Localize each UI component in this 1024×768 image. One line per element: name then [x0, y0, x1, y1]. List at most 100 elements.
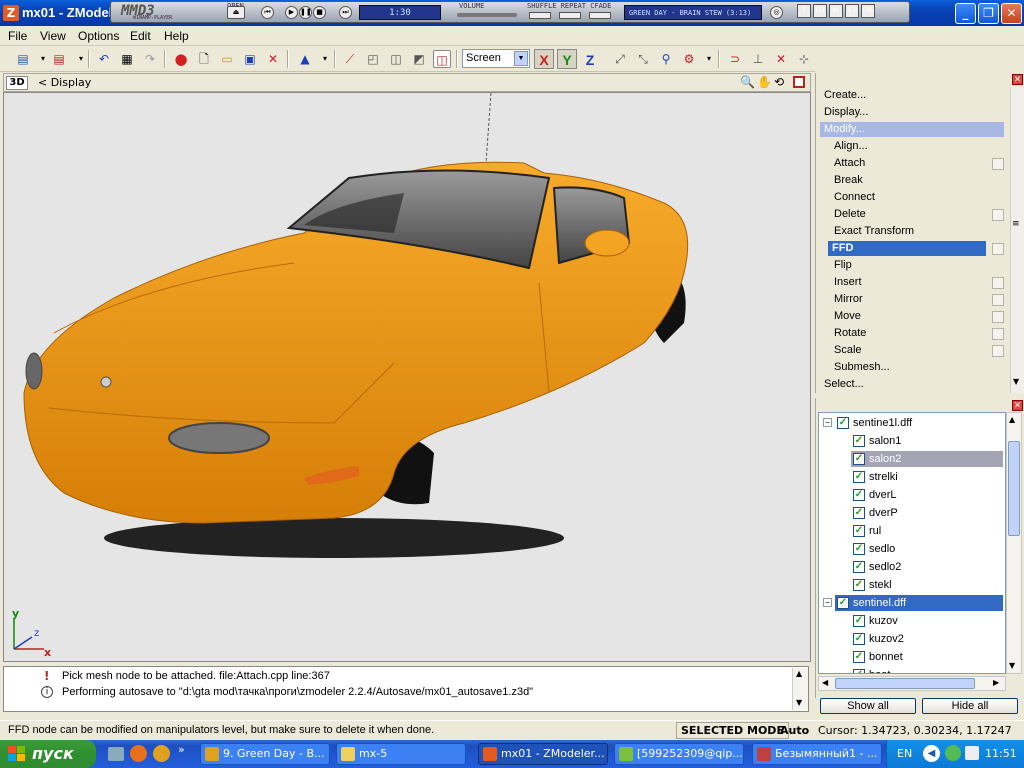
player-menu-icon[interactable]: ◎: [770, 6, 783, 19]
new-scene-icon[interactable]: ▤: [14, 50, 32, 68]
visibility-checkbox[interactable]: ✓: [853, 561, 865, 573]
taskbar-task[interactable]: [599252309@qip...: [614, 743, 744, 765]
tray-qip-icon[interactable]: [945, 745, 961, 761]
hscroll-thumb[interactable]: [835, 678, 975, 689]
command-item[interactable]: Display...: [820, 105, 1004, 120]
record-icon[interactable]: ●: [172, 50, 190, 68]
close-panel-icon[interactable]: ✕: [1012, 74, 1023, 85]
tree-node[interactable]: ✓ strelki: [819, 468, 1005, 486]
command-item[interactable]: Delete: [820, 207, 1004, 222]
visibility-checkbox[interactable]: ✓: [853, 507, 865, 519]
tree-node[interactable]: ✓ dverL: [819, 486, 1005, 504]
command-checkbox[interactable]: [992, 328, 1004, 340]
axis-y-button[interactable]: Y: [557, 49, 577, 69]
walk-icon[interactable]: ⚲: [657, 50, 675, 68]
hide-all-button[interactable]: Hide all: [922, 698, 1018, 714]
player-mini-button[interactable]: CT: [845, 4, 859, 18]
tree-hscrollbar[interactable]: ◀ ▶: [818, 676, 1006, 691]
command-item[interactable]: Move: [820, 309, 1004, 324]
dropdown-arrow-icon[interactable]: ▾: [700, 50, 718, 68]
command-item[interactable]: Attach: [820, 156, 1004, 171]
stop-icon[interactable]: ■: [313, 6, 326, 19]
visibility-checkbox[interactable]: ✓: [853, 615, 865, 627]
maximize-button[interactable]: ❐: [978, 3, 999, 24]
player-mini-button[interactable]: CFG: [861, 4, 875, 18]
player-mini-button[interactable]: T: [797, 4, 811, 18]
player-mini-button[interactable]: PL: [829, 4, 843, 18]
cone-icon[interactable]: ▲: [296, 50, 314, 68]
close-button[interactable]: ✕: [1001, 3, 1022, 24]
tree-node[interactable]: ✓ rul: [819, 522, 1005, 540]
command-item[interactable]: Create...: [820, 88, 1004, 103]
chevron-down-icon[interactable]: ▼: [514, 51, 528, 66]
command-item[interactable]: Select...: [820, 377, 1004, 392]
command-item[interactable]: Break: [820, 173, 1004, 188]
command-item[interactable]: Align...: [820, 139, 1004, 154]
new-file-icon[interactable]: 🗋: [195, 50, 213, 68]
command-checkbox[interactable]: [992, 345, 1004, 357]
scroll-right-icon[interactable]: ▶: [993, 678, 999, 687]
tree-node[interactable]: ✓ kuzov2: [819, 630, 1005, 648]
visibility-checkbox[interactable]: ✓: [853, 633, 865, 645]
command-item[interactable]: Insert: [820, 275, 1004, 290]
selection-mode-indicator[interactable]: SELECTED MODE: [676, 722, 789, 739]
pan-hand-icon[interactable]: ✋: [757, 75, 772, 89]
axis-x-button[interactable]: X: [534, 49, 554, 69]
next-icon[interactable]: ⏭: [339, 6, 352, 19]
dropdown-arrow-icon[interactable]: ▾: [316, 50, 334, 68]
tray-network-icon[interactable]: [965, 746, 979, 760]
maximize-viewport-icon[interactable]: [793, 76, 805, 88]
visibility-checkbox[interactable]: ✓: [837, 417, 849, 429]
tree-node[interactable]: ✓ salon2: [819, 450, 1005, 468]
scroll-down-icon[interactable]: ▼: [796, 698, 802, 707]
player-mini-button[interactable]: EQ: [813, 4, 827, 18]
command-item[interactable]: Rotate: [820, 326, 1004, 341]
visibility-checkbox[interactable]: ✓: [853, 651, 865, 663]
visibility-checkbox[interactable]: ✓: [853, 453, 865, 465]
visibility-checkbox[interactable]: ✓: [853, 435, 865, 447]
tree-vscrollbar[interactable]: ▲ ▼: [1006, 412, 1022, 674]
scroll-left-icon[interactable]: ◀: [822, 678, 828, 687]
tree-node[interactable]: ✓ stekl: [819, 576, 1005, 594]
redo-icon[interactable]: ↷: [141, 50, 159, 68]
command-checkbox[interactable]: [992, 294, 1004, 306]
viewport-breadcrumb[interactable]: < Display: [38, 76, 91, 89]
command-checkbox[interactable]: [992, 277, 1004, 289]
coordinate-system-select[interactable]: Screen ▼: [462, 49, 530, 68]
group-mode-icon[interactable]: ◩: [410, 50, 428, 68]
scroll-down-icon[interactable]: ▼: [1009, 661, 1015, 670]
repeat-toggle[interactable]: [559, 12, 581, 19]
scroll-thumb[interactable]: [1008, 441, 1020, 536]
close-tree-panel-icon[interactable]: ✕: [1012, 400, 1023, 411]
rotate-view-icon[interactable]: ⟲: [774, 75, 784, 89]
log-scrollbar[interactable]: ▲ ▼: [792, 668, 808, 710]
panel-scrollbar[interactable]: ≡ ▼: [1010, 87, 1024, 393]
open-folder-icon[interactable]: ▭: [218, 50, 236, 68]
menu-file[interactable]: File: [8, 29, 27, 43]
visibility-checkbox[interactable]: ✓: [853, 543, 865, 555]
pause-icon[interactable]: ❚❚: [299, 6, 312, 19]
menu-options[interactable]: Options: [78, 29, 119, 43]
vertex-mode-icon[interactable]: ⟋: [341, 50, 359, 68]
axis-gizmo-icon[interactable]: ⊹: [795, 50, 813, 68]
object-mode-icon[interactable]: ◫: [387, 50, 405, 68]
collapse-icon[interactable]: −: [823, 598, 832, 607]
tree-node[interactable]: ✓ dverP: [819, 504, 1005, 522]
tree-node[interactable]: ✓ bonnet: [819, 648, 1005, 666]
collapse-icon[interactable]: −: [823, 418, 832, 427]
open-scene-icon[interactable]: ▤: [50, 50, 68, 68]
crossfade-toggle[interactable]: [589, 12, 611, 19]
zoom-icon[interactable]: 🔍: [740, 75, 755, 89]
command-item[interactable]: Connect: [820, 190, 1004, 205]
selection-mode-icon[interactable]: ◫: [433, 50, 451, 68]
tray-arrow-icon[interactable]: ◀: [923, 745, 940, 762]
visibility-checkbox[interactable]: ✓: [853, 471, 865, 483]
start-button[interactable]: пуск: [0, 740, 96, 768]
title-bar[interactable]: Z mx01 - ZModeler MMD3 WINAMP-PLAYER OPE…: [0, 0, 1024, 26]
command-item[interactable]: Exact Transform: [820, 224, 1004, 239]
taskbar-task[interactable]: mx01 - ZModeler...: [478, 743, 608, 765]
magnet-icon[interactable]: ⊃: [726, 50, 744, 68]
menu-edit[interactable]: Edit: [130, 29, 151, 43]
tools-icon[interactable]: ⚙: [680, 50, 698, 68]
quicklaunch-show-desktop-icon[interactable]: [108, 747, 124, 761]
